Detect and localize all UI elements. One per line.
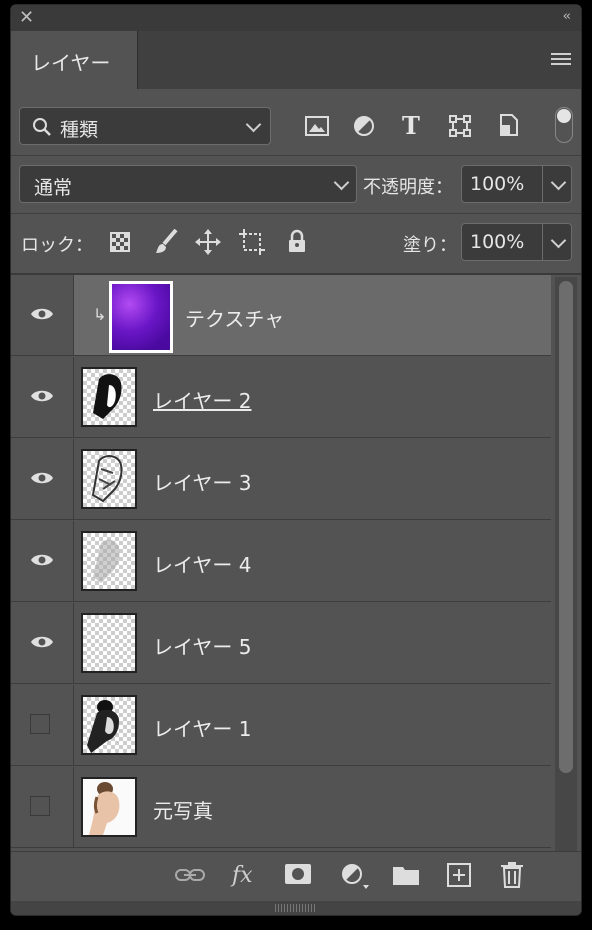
tab-strip: レイヤー — [11, 31, 581, 89]
eye-icon[interactable] — [30, 553, 54, 567]
layer-name[interactable]: レイヤー 2 — [153, 385, 251, 414]
delete-layer-icon[interactable] — [501, 862, 523, 888]
visibility-cell[interactable] — [11, 275, 74, 355]
chevron-down-icon — [333, 174, 350, 191]
layer-row-layer-3[interactable]: レイヤー 3 — [11, 439, 551, 520]
layers-panel: ✕ ‹‹ レイヤー 種類 T 通常 不透明度： 100% ロック： 塗り： 10… — [10, 4, 582, 916]
layer-name[interactable]: レイヤー 1 — [153, 713, 251, 742]
blend-mode-value: 通常 — [34, 177, 73, 199]
eye-icon[interactable] — [30, 635, 54, 649]
visibility-cell[interactable] — [11, 521, 74, 601]
fill-label: 塗り： — [403, 235, 457, 256]
chevron-down-icon[interactable] — [550, 232, 567, 249]
layer-row-layer-1[interactable]: レイヤー 1 — [11, 685, 551, 766]
visibility-cell[interactable] — [11, 357, 74, 437]
fill-value: 100% — [470, 231, 525, 253]
tab-layers-label: レイヤー — [31, 51, 111, 75]
visibility-toggle-off[interactable] — [30, 714, 50, 734]
shape-filter-icon[interactable] — [449, 115, 471, 137]
layer-thumbnail[interactable] — [81, 695, 137, 755]
layer-row-texture[interactable]: ↳ テクスチャ — [11, 275, 551, 356]
eye-icon[interactable] — [30, 389, 54, 403]
filter-kind-label: 種類 — [60, 119, 99, 141]
layer-name[interactable]: レイヤー 3 — [153, 467, 251, 496]
lock-all-icon[interactable] — [287, 229, 307, 253]
search-icon — [33, 118, 51, 136]
adjustment-filter-icon[interactable] — [353, 115, 375, 137]
eye-icon[interactable] — [30, 471, 54, 485]
lock-label: ロック： — [21, 235, 93, 256]
layer-thumbnail[interactable] — [81, 777, 137, 837]
scrollbar-thumb[interactable] — [559, 281, 573, 773]
opacity-value: 100% — [470, 173, 525, 195]
chevron-down-icon[interactable] — [550, 174, 567, 191]
opacity-label: 不透明度： — [363, 177, 453, 198]
layer-name[interactable]: 元写真 — [153, 795, 213, 824]
panel-menu-icon[interactable] — [551, 53, 571, 67]
layer-thumbnail[interactable] — [81, 367, 137, 427]
collapse-icon[interactable]: ‹‹ — [563, 9, 572, 24]
lock-transparent-pixels-icon[interactable] — [110, 232, 130, 252]
eye-icon[interactable] — [30, 307, 54, 321]
layers-list: ↳ テクスチャ レイヤー 2 レイヤー 3 レイヤー 4 レイヤー 5 レイヤー… — [11, 275, 551, 855]
new-group-folder-icon[interactable] — [393, 865, 419, 885]
add-mask-icon[interactable] — [285, 864, 311, 884]
filter-toggle-switch[interactable] — [555, 107, 573, 143]
layer-row-original-photo[interactable]: 元写真 — [11, 767, 551, 848]
divider — [11, 155, 581, 156]
layer-thumbnail[interactable] — [109, 281, 173, 353]
lock-image-pixels-icon[interactable] — [154, 229, 178, 255]
filter-kind-dropdown[interactable]: 種類 — [19, 107, 271, 145]
smart-object-filter-icon[interactable] — [499, 113, 519, 137]
link-layers-icon[interactable] — [175, 867, 205, 883]
visibility-cell[interactable] — [11, 685, 74, 765]
layer-thumbnail[interactable] — [81, 449, 137, 509]
chevron-down-icon — [245, 116, 262, 133]
close-icon[interactable]: ✕ — [19, 8, 34, 28]
type-filter-icon[interactable]: T — [402, 111, 420, 140]
visibility-cell[interactable] — [11, 767, 74, 847]
layer-name[interactable]: レイヤー 5 — [153, 631, 251, 660]
blend-mode-dropdown[interactable]: 通常 — [19, 165, 357, 203]
panel-titlebar: ✕ ‹‹ — [11, 5, 581, 31]
lock-position-icon[interactable] — [195, 229, 221, 255]
opacity-field[interactable]: 100% — [461, 165, 572, 203]
divider — [11, 213, 581, 214]
new-adjustment-layer-icon[interactable] — [341, 863, 371, 891]
visibility-toggle-off[interactable] — [30, 796, 50, 816]
tab-layers[interactable]: レイヤー — [11, 31, 138, 89]
image-filter-icon[interactable] — [305, 115, 329, 137]
new-layer-icon[interactable] — [447, 863, 471, 887]
fx-icon[interactable]: fx — [232, 863, 253, 888]
layer-name[interactable]: レイヤー 4 — [153, 549, 251, 578]
layer-thumbnail[interactable] — [81, 531, 137, 591]
visibility-cell[interactable] — [11, 439, 74, 519]
layer-name[interactable]: テクスチャ — [185, 303, 284, 332]
visibility-cell[interactable] — [11, 603, 74, 683]
resize-grip[interactable] — [11, 901, 581, 915]
layer-row-layer-2[interactable]: レイヤー 2 — [11, 357, 551, 438]
layer-row-layer-5[interactable]: レイヤー 5 — [11, 603, 551, 684]
lock-artboard-icon[interactable] — [239, 229, 265, 255]
fill-field[interactable]: 100% — [461, 223, 572, 261]
layer-thumbnail[interactable] — [81, 613, 137, 673]
layer-row-layer-4[interactable]: レイヤー 4 — [11, 521, 551, 602]
clipping-mask-arrow-icon: ↳ — [93, 305, 107, 324]
